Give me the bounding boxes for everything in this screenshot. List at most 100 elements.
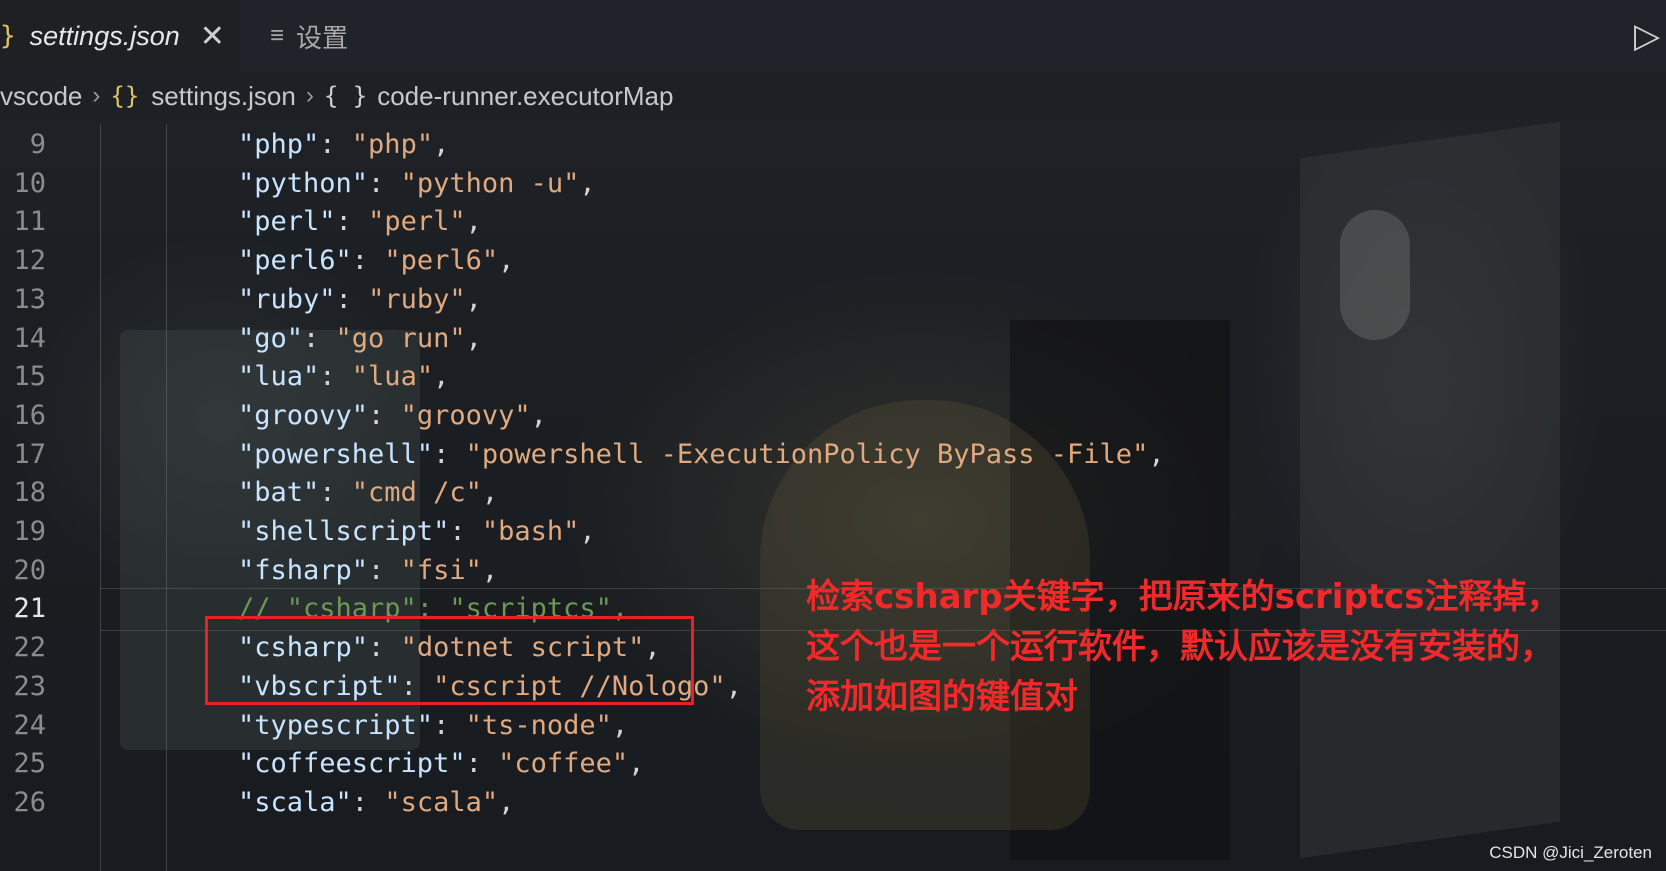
line-number: 15 [13, 361, 46, 393]
code-line[interactable]: 12 "perl6": "perl6", [0, 240, 1666, 281]
code-line[interactable]: 26 "scala": "scala", [0, 782, 1666, 823]
tab-bar: } settings.json ✕ ≡ 设置 ▷ [0, 0, 1666, 72]
line-number: 21 [13, 593, 46, 625]
json-key: "groovy" [238, 399, 369, 431]
code-line[interactable]: 19 "shellscript": "bash", [0, 511, 1666, 552]
tab-title: 设置 [296, 22, 349, 53]
code-text: "scala": "scala", [238, 786, 515, 818]
code-text: "groovy": "groovy", [238, 399, 547, 431]
annotation-text: 检索csharp关键字，把原来的scriptcs注释掉， 这个也是一个运行软件，… [806, 572, 1666, 722]
run-icon[interactable]: ▷ [1634, 16, 1666, 56]
code-line[interactable]: 15 "lua": "lua", [0, 356, 1666, 397]
json-key: "bat" [238, 477, 320, 509]
json-key: "shellscript" [238, 516, 450, 547]
line-number: 19 [13, 516, 46, 547]
line-number: 18 [13, 477, 46, 509]
line-number: 20 [13, 554, 46, 586]
annotation-line: 添加如图的键值对 [806, 677, 1078, 717]
breadcrumb-folder[interactable]: vscode [0, 81, 82, 112]
json-value: "go run" [335, 322, 466, 354]
breadcrumb-symbol[interactable]: code-runner.executorMap [377, 81, 673, 112]
code-line[interactable]: 18 "bat": "cmd /c", [0, 472, 1666, 513]
code-line[interactable]: 9 "php": "php", [0, 124, 1666, 165]
json-key: "php" [238, 129, 320, 160]
json-value: "scala" [384, 786, 499, 818]
json-value: "perl" [368, 206, 466, 238]
json-key: "scala" [238, 786, 352, 818]
highlight-box [205, 616, 694, 705]
json-value: "python -u" [400, 167, 580, 199]
chevron-right-icon: › [92, 82, 101, 109]
tab-settings-json[interactable]: } settings.json ✕ [0, 0, 240, 72]
json-value: "ruby" [368, 283, 466, 315]
json-key: "perl" [238, 206, 336, 238]
line-number: 26 [13, 786, 46, 818]
code-line[interactable]: 25 "coffeescript": "coffee", [0, 743, 1666, 784]
close-icon[interactable]: ✕ [200, 19, 225, 54]
code-text: "python": "python -u", [238, 167, 596, 199]
json-key: "python" [238, 167, 369, 199]
json-file-icon: {} [110, 82, 140, 110]
json-value: "ts-node" [465, 709, 612, 741]
json-braces-icon: } [0, 21, 16, 51]
code-text: "powershell": "powershell -ExecutionPoli… [238, 438, 1165, 470]
json-value: "bash" [481, 516, 580, 547]
code-text: "php": "php", [238, 129, 450, 160]
annotation-line: 这个也是一个运行软件，默认应该是没有安装的， [806, 627, 1554, 667]
json-value: "powershell -ExecutionPolicy ByPass -Fil… [465, 438, 1149, 470]
annotation-line: 检索csharp关键字，把原来的scriptcs注释掉， [806, 577, 1561, 617]
code-line[interactable]: 17 "powershell": "powershell -ExecutionPo… [0, 434, 1666, 475]
line-number: 25 [13, 748, 46, 780]
json-key: "fsharp" [238, 554, 369, 586]
code-text: "coffeescript": "coffee", [238, 748, 645, 780]
line-number: 17 [13, 438, 46, 470]
menu-lines-icon: ≡ [270, 22, 285, 49]
code-text: "lua": "lua", [238, 361, 450, 393]
line-number: 13 [13, 283, 46, 315]
json-key: "go" [238, 322, 304, 354]
line-number: 14 [13, 322, 46, 354]
json-value: "perl6" [384, 245, 499, 277]
tab-title: settings.json [29, 20, 180, 51]
json-value: "fsi" [400, 554, 482, 586]
json-key: "perl6" [238, 245, 352, 277]
json-key: "typescript" [238, 709, 434, 741]
line-number: 23 [13, 670, 46, 702]
json-value: "coffee" [498, 748, 629, 780]
code-line[interactable]: 14 "go": "go run", [0, 318, 1666, 359]
watermark: CSDN @Jici_Zeroten [1489, 843, 1652, 862]
object-braces-icon: { } [323, 82, 368, 110]
code-text: "fsharp": "fsi", [238, 554, 499, 586]
breadcrumb: vscode › {} settings.json › { } code-run… [0, 72, 1666, 120]
breadcrumb-file[interactable]: settings.json [151, 81, 296, 112]
line-number: 9 [29, 129, 46, 160]
code-text: "ruby": "ruby", [238, 283, 482, 315]
code-text: "perl": "perl", [238, 206, 482, 238]
json-key: "powershell" [238, 438, 434, 470]
tab-settings-ui[interactable]: ≡ 设置 [270, 0, 348, 72]
code-text: "typescript": "ts-node", [238, 709, 629, 741]
code-line[interactable]: 16 "groovy": "groovy", [0, 395, 1666, 436]
json-key: "ruby" [238, 283, 336, 315]
json-value: "cmd /c" [351, 477, 482, 509]
code-line[interactable]: 10 "python": "python -u", [0, 163, 1666, 204]
json-value: "php" [351, 129, 434, 160]
code-text: "perl6": "perl6", [238, 245, 515, 277]
code-line[interactable]: 13 "ruby": "ruby", [0, 279, 1666, 320]
json-value: "lua" [351, 361, 434, 393]
json-value: "groovy" [400, 399, 531, 431]
code-editor[interactable]: 9 "php": "php", 10 "python": "python -u", 11… [0, 124, 1666, 871]
line-number: 24 [13, 709, 46, 741]
code-line[interactable]: 11 "perl": "perl", [0, 201, 1666, 242]
chevron-right-icon: › [305, 82, 314, 109]
line-number: 22 [13, 632, 46, 664]
line-number: 12 [13, 245, 46, 277]
json-key: "lua" [238, 361, 320, 393]
code-text: "bat": "cmd /c", [238, 477, 499, 509]
json-key: "coffeescript" [238, 748, 466, 780]
code-text: "go": "go run", [238, 322, 482, 354]
line-number: 11 [13, 206, 46, 238]
line-number: 10 [13, 167, 46, 199]
line-number: 16 [13, 399, 46, 431]
code-text: "shellscript": "bash", [238, 516, 596, 547]
